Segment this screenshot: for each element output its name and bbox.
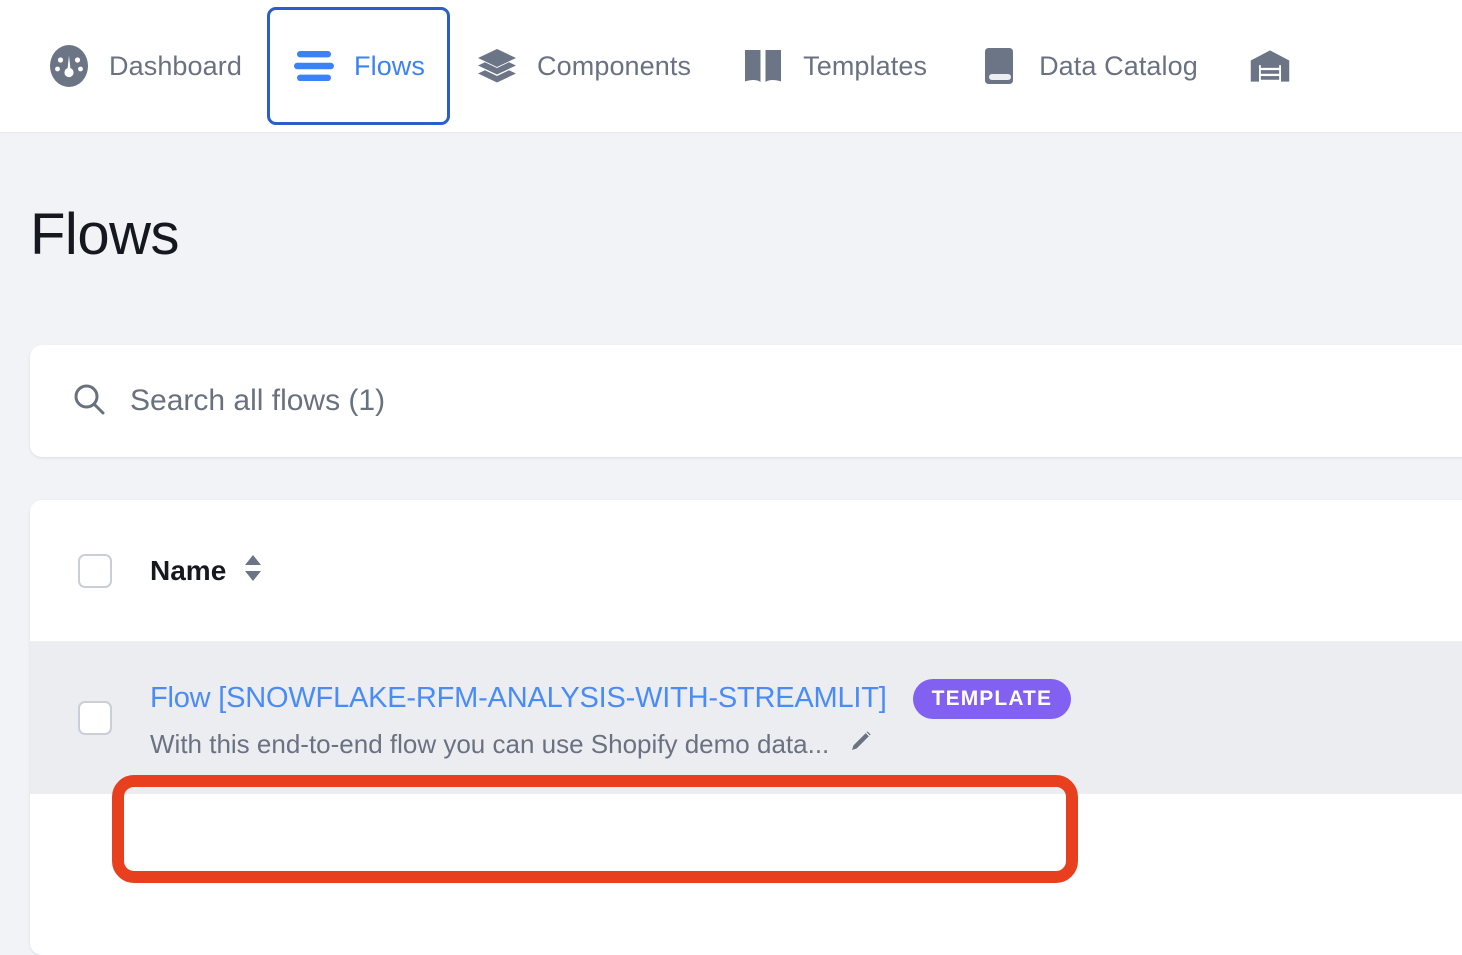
- row-title-line: Flow [SNOWFLAKE-RFM-ANALYSIS-WITH-STREAM…: [150, 678, 1072, 719]
- table-row[interactable]: Flow [SNOWFLAKE-RFM-ANALYSIS-WITH-STREAM…: [30, 642, 1462, 794]
- nav-item-warehouse[interactable]: [1223, 7, 1335, 125]
- column-header-name-label: Name: [150, 554, 227, 586]
- nav-label-templates: Templates: [803, 50, 928, 81]
- closed-book-icon: [977, 44, 1021, 88]
- nav-item-data-catalog[interactable]: Data Catalog: [952, 7, 1223, 125]
- select-all-checkbox[interactable]: [78, 553, 112, 588]
- sort-updown-icon[interactable]: [242, 553, 264, 588]
- search-input[interactable]: [130, 384, 1030, 418]
- layers-stack-icon: [475, 44, 519, 88]
- nav-item-components[interactable]: Components: [450, 7, 716, 125]
- page-title: Flows: [30, 202, 179, 267]
- page-body: Flows Name: [0, 133, 1462, 955]
- row-select-checkbox[interactable]: [78, 701, 112, 735]
- top-navbar: Dashboard Flows Components Templates Dat…: [0, 0, 1462, 133]
- nav-label-flows: Flows: [354, 50, 426, 81]
- search-icon: [72, 382, 106, 421]
- column-header-name[interactable]: Name: [150, 553, 264, 588]
- pencil-icon[interactable]: [847, 729, 873, 760]
- table-header-row: Name: [30, 500, 1462, 642]
- warehouse-icon: [1248, 44, 1292, 88]
- nav-item-dashboard[interactable]: Dashboard: [22, 7, 267, 125]
- row-description: With this end-to-end flow you can use Sh…: [150, 728, 830, 759]
- nav-label-dashboard: Dashboard: [109, 50, 242, 81]
- row-description-line: With this end-to-end flow you can use Sh…: [150, 729, 1071, 760]
- row-content: Flow [SNOWFLAKE-RFM-ANALYSIS-WITH-STREAM…: [150, 678, 1072, 760]
- search-bar[interactable]: [30, 345, 1462, 457]
- gauge-icon: [47, 44, 91, 88]
- flows-lines-icon: [292, 44, 336, 88]
- nav-item-templates[interactable]: Templates: [716, 7, 952, 125]
- flows-table: Name Flow [SNOWFLAKE-RFM-ANALYSIS-WITH-S…: [30, 500, 1462, 955]
- nav-item-flows[interactable]: Flows: [267, 7, 451, 125]
- nav-label-components: Components: [537, 50, 692, 81]
- nav-label-data-catalog: Data Catalog: [1039, 50, 1198, 81]
- open-book-icon: [741, 44, 785, 88]
- flow-title-link[interactable]: Flow [SNOWFLAKE-RFM-ANALYSIS-WITH-STREAM…: [150, 682, 887, 715]
- status-badge: TEMPLATE: [912, 678, 1072, 719]
